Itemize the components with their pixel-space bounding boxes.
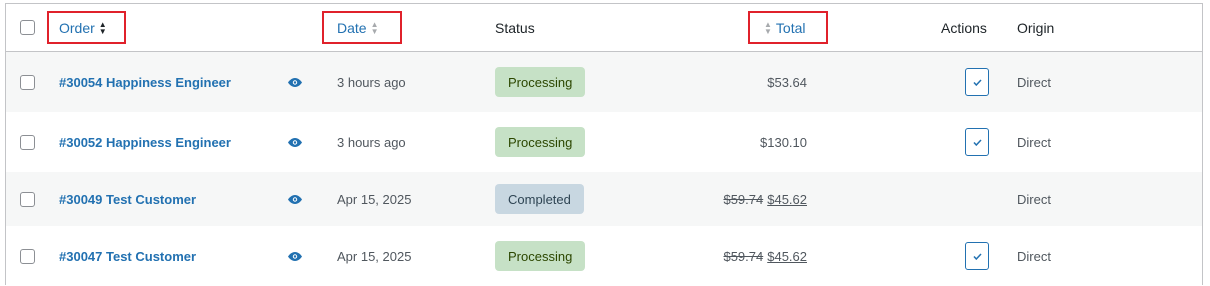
order-total: $130.10: [760, 134, 807, 150]
orders-table: Order ▲ ▼ Date ▲ ▼ Status ▲ ▼ Total Acti…: [5, 3, 1203, 286]
eye-icon[interactable]: [288, 137, 302, 147]
order-origin: Direct: [1017, 248, 1051, 264]
order-total: $45.62: [767, 191, 807, 207]
order-link[interactable]: #30047 Test Customer: [59, 249, 196, 264]
table-header: Order ▲ ▼ Date ▲ ▼ Status ▲ ▼ Total Acti…: [6, 4, 1202, 52]
eye-icon[interactable]: [288, 77, 302, 87]
table-row: #30047 Test Customer Apr 15, 2025 Proces…: [6, 226, 1202, 286]
status-badge: Processing: [495, 127, 586, 157]
order-column-label: Order: [59, 19, 95, 36]
sort-by-total-link[interactable]: ▲ ▼ Total: [764, 20, 806, 36]
order-date: Apr 15, 2025: [337, 191, 412, 207]
original-total: $59.74: [723, 248, 764, 264]
table-row: #30054 Happiness Engineer 3 hours ago Pr…: [6, 52, 1202, 112]
date-column-label: Date: [337, 19, 367, 36]
status-badge: Processing: [495, 241, 586, 271]
sort-by-date-link[interactable]: Date ▲ ▼: [337, 20, 379, 36]
original-total: $59.74: [723, 191, 764, 207]
order-total: $45.62: [767, 248, 807, 264]
status-badge: Completed: [495, 184, 584, 214]
complete-order-button[interactable]: [965, 68, 989, 96]
eye-icon[interactable]: [288, 194, 302, 204]
sort-arrows-icon: ▲ ▼: [370, 19, 379, 36]
complete-order-button[interactable]: [965, 128, 989, 156]
order-link[interactable]: #30049 Test Customer: [59, 192, 196, 207]
eye-icon[interactable]: [288, 251, 302, 261]
order-origin: Direct: [1017, 134, 1051, 150]
sort-desc-icon: ▲ ▼: [98, 19, 107, 36]
checkmark-icon: [972, 138, 982, 146]
row-select-checkbox[interactable]: [20, 74, 35, 90]
table-row: #30052 Happiness Engineer 3 hours ago Pr…: [6, 112, 1202, 172]
order-link[interactable]: #30054 Happiness Engineer: [59, 75, 231, 90]
actions-column-label: Actions: [941, 19, 987, 36]
total-column-label: Total: [775, 19, 806, 36]
order-date: 3 hours ago: [337, 134, 406, 150]
order-origin: Direct: [1017, 74, 1051, 90]
sort-by-order-link[interactable]: Order ▲ ▼: [59, 20, 107, 36]
order-total: $53.64: [767, 74, 807, 90]
status-column-label: Status: [495, 19, 535, 36]
row-select-checkbox[interactable]: [20, 248, 35, 264]
row-select-checkbox[interactable]: [20, 191, 35, 207]
order-origin: Direct: [1017, 191, 1051, 207]
complete-order-button[interactable]: [965, 242, 989, 270]
checkmark-icon: [972, 252, 982, 260]
order-link[interactable]: #30052 Happiness Engineer: [59, 135, 231, 150]
order-date: 3 hours ago: [337, 74, 406, 90]
order-date: Apr 15, 2025: [337, 248, 412, 264]
sort-arrows-icon: ▲ ▼: [764, 19, 772, 36]
table-row: #30049 Test Customer Apr 15, 2025 Comple…: [6, 172, 1202, 226]
origin-column-label: Origin: [1017, 19, 1055, 36]
select-all-checkbox[interactable]: [20, 20, 35, 35]
checkmark-icon: [972, 78, 982, 86]
status-badge: Processing: [495, 67, 586, 97]
row-select-checkbox[interactable]: [20, 134, 35, 150]
